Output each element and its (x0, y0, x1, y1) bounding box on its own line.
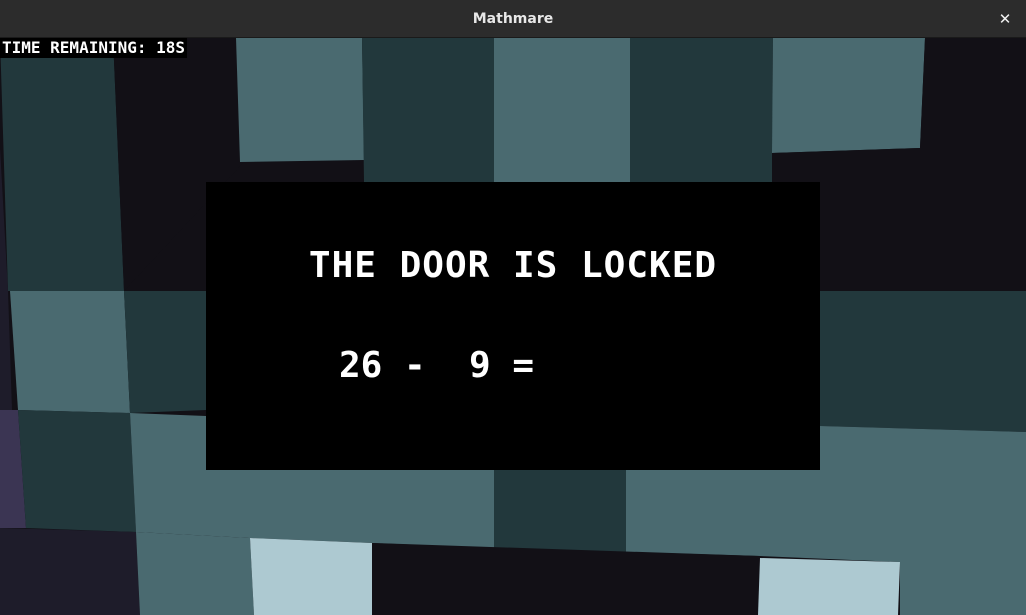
wall-tile (494, 38, 630, 182)
wall-tile (250, 538, 372, 615)
close-icon[interactable]: ✕ (994, 8, 1016, 30)
math-equation: 26 - 9 = (339, 345, 535, 386)
game-window: Mathmare ✕ TIME REMAINING: 18S THE DOOR … (0, 0, 1026, 615)
time-remaining-label: TIME REMAINING: 18S (0, 38, 188, 58)
wall-tile (136, 532, 254, 615)
wall-tile (124, 291, 206, 413)
wall-tile (10, 291, 130, 413)
wall-tile (362, 38, 494, 182)
wall-tile (18, 410, 136, 532)
game-viewport[interactable]: TIME REMAINING: 18S THE DOOR IS LOCKED 2… (0, 38, 1026, 615)
dialog-title: THE DOOR IS LOCKED (308, 245, 718, 286)
title-bar: Mathmare ✕ (0, 0, 1026, 38)
wall-tile (236, 38, 364, 162)
wall-tile (0, 38, 124, 291)
wall-tile (630, 38, 773, 182)
answer-input[interactable] (551, 348, 691, 384)
window-title: Mathmare (472, 11, 554, 27)
wall-tile (494, 470, 626, 552)
locked-door-dialog: THE DOOR IS LOCKED 26 - 9 = (206, 182, 820, 470)
wall-tile (0, 528, 140, 615)
wall-tile (820, 291, 1026, 432)
wall-tile (772, 38, 925, 153)
wall-tile (758, 558, 900, 615)
